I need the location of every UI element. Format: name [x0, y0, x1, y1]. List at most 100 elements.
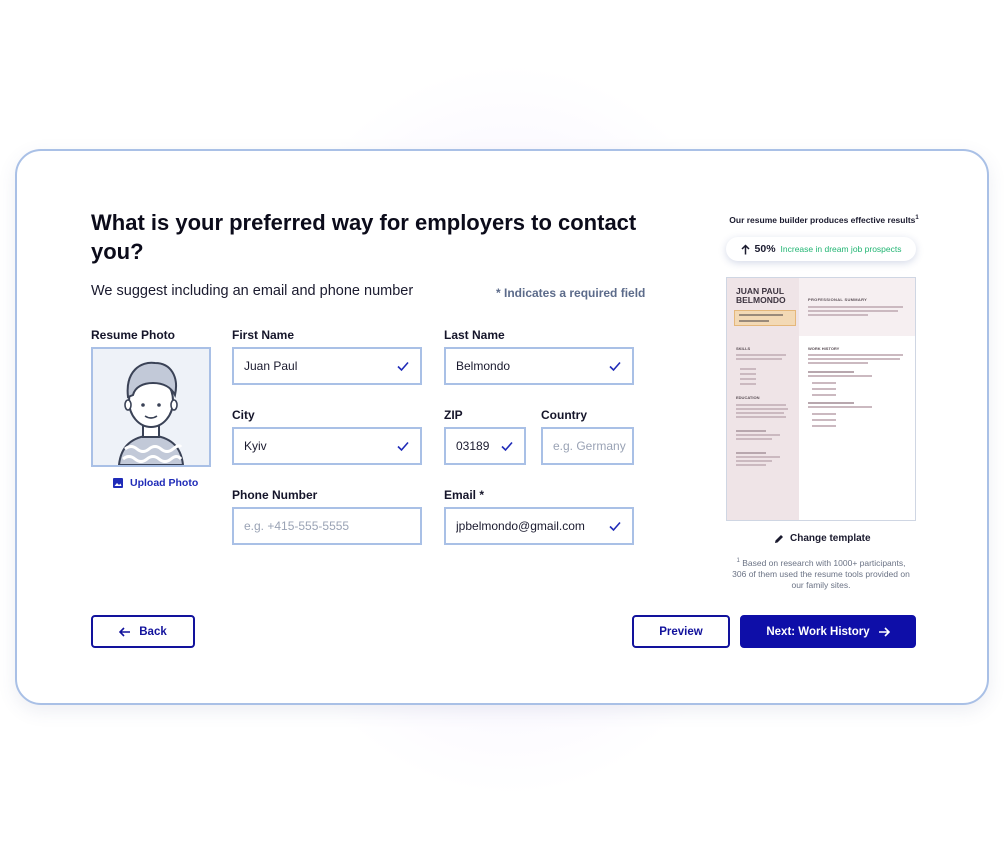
first-name-field[interactable]: Juan Paul	[232, 347, 422, 385]
upload-photo-label: Upload Photo	[130, 477, 199, 489]
phone-number-label: Phone Number	[232, 488, 318, 502]
resume-text-line	[740, 378, 756, 380]
resume-professional-summary-heading: PROFESSIONAL SUMMARY	[808, 297, 868, 302]
first-name-label: First Name	[232, 328, 295, 342]
preview-button[interactable]: Preview	[632, 615, 730, 648]
country-field[interactable]: e.g. Germany	[541, 427, 634, 465]
resume-text-line	[736, 434, 780, 436]
contact-form-card: What is your preferred way for employers…	[15, 149, 989, 705]
back-button-label: Back	[139, 625, 167, 638]
resume-text-line	[808, 306, 903, 308]
email-value: jpbelmondo@gmail.com	[456, 519, 585, 533]
zip-value: 03189	[456, 439, 490, 453]
stat-pill: 50% Increase in dream job prospects	[726, 237, 916, 261]
change-template-link[interactable]: Change template	[774, 533, 871, 544]
resume-skills-heading: SKILLS	[736, 346, 751, 351]
resume-text-line	[736, 404, 786, 406]
stat-value: 50%	[754, 243, 776, 255]
check-icon	[609, 521, 621, 532]
results-heading-text: Our resume builder produces effective re…	[729, 215, 916, 225]
resume-text-line	[808, 314, 868, 316]
upload-photo-link[interactable]: Upload Photo	[113, 477, 198, 489]
resume-text-line	[812, 394, 836, 396]
resume-text-line	[740, 383, 756, 385]
check-icon	[397, 441, 409, 452]
last-name-value: Belmondo	[456, 359, 511, 373]
resume-name: JUAN PAUL BELMONDO	[736, 287, 786, 305]
research-footnote-marker: 1	[736, 558, 740, 564]
results-heading-footnote-marker: 1	[915, 215, 919, 222]
stat-text: Increase in dream job prospects	[780, 244, 902, 254]
resume-text-line	[812, 419, 836, 421]
research-footnote: 1 Based on research with 1000+ participa…	[729, 556, 913, 591]
resume-text-line	[808, 406, 872, 408]
resume-text-line	[740, 368, 756, 370]
resume-text-line	[736, 412, 784, 414]
resume-text-line	[736, 354, 786, 356]
resume-name-line2: BELMONDO	[736, 295, 786, 305]
last-name-label: Last Name	[444, 328, 505, 342]
resume-contact-highlight	[734, 310, 796, 326]
pencil-icon	[775, 534, 783, 543]
resume-text-line	[739, 314, 783, 316]
resume-text-line	[740, 373, 756, 375]
resume-text-line	[812, 413, 836, 415]
city-field[interactable]: Kyiv	[232, 427, 422, 465]
city-value: Kyiv	[244, 439, 267, 453]
resume-text-line	[808, 362, 868, 364]
results-heading: Our resume builder produces effective re…	[717, 215, 931, 225]
country-placeholder: e.g. Germany	[553, 439, 626, 453]
resume-text-line	[736, 416, 786, 418]
preview-button-label: Preview	[659, 625, 703, 638]
resume-text-line	[808, 371, 854, 373]
city-label: City	[232, 408, 255, 422]
research-footnote-text: Based on research with 1000+ participant…	[732, 557, 910, 590]
resume-text-line	[736, 460, 772, 462]
next-button-label: Next: Work History	[766, 625, 870, 638]
resume-text-line	[812, 425, 836, 427]
check-icon	[397, 361, 409, 372]
arrow-up-icon	[740, 243, 750, 254]
resume-text-line	[736, 456, 780, 458]
phone-number-placeholder: e.g. +415-555-5555	[244, 519, 350, 533]
resume-text-line	[736, 438, 772, 440]
resume-education-heading: EDUCATION	[736, 395, 760, 400]
back-button[interactable]: Back	[91, 615, 195, 648]
avatar-illustration	[93, 349, 209, 465]
check-icon	[609, 361, 621, 372]
zip-label: ZIP	[444, 408, 463, 422]
country-label: Country	[541, 408, 587, 422]
resume-text-line	[736, 452, 766, 454]
zip-field[interactable]: 03189	[444, 427, 526, 465]
resume-work-history-heading: WORK HISTORY	[808, 346, 840, 351]
resume-text-line	[736, 408, 788, 410]
resume-text-line	[812, 388, 836, 390]
required-field-note: * Indicates a required field	[496, 286, 646, 300]
resume-text-line	[808, 310, 898, 312]
resume-text-line	[736, 430, 766, 432]
email-label: Email *	[444, 488, 485, 502]
resume-text-line	[808, 402, 854, 404]
arrow-right-icon	[878, 626, 890, 637]
resume-text-line	[739, 320, 769, 322]
page-title: What is your preferred way for employers…	[91, 210, 637, 264]
first-name-value: Juan Paul	[244, 359, 298, 373]
arrow-left-icon	[119, 626, 131, 637]
phone-number-field[interactable]: e.g. +415-555-5555	[232, 507, 422, 545]
resume-text-line	[812, 382, 836, 384]
resume-text-line	[808, 375, 872, 377]
resume-template-thumbnail[interactable]: JUAN PAUL BELMONDO PROFESSIONAL SUMMARY …	[726, 277, 916, 521]
resume-text-line	[736, 464, 766, 466]
resume-text-line	[736, 358, 782, 360]
resume-photo-placeholder[interactable]	[91, 347, 211, 467]
resume-text-line	[808, 358, 900, 360]
image-icon	[113, 478, 123, 488]
last-name-field[interactable]: Belmondo	[444, 347, 634, 385]
check-icon	[501, 441, 513, 452]
email-field[interactable]: jpbelmondo@gmail.com	[444, 507, 634, 545]
next-work-history-button[interactable]: Next: Work History	[740, 615, 916, 648]
change-template-label: Change template	[790, 533, 871, 544]
resume-text-line	[808, 354, 903, 356]
resume-photo-label: Resume Photo	[91, 328, 176, 342]
page-subtitle: We suggest including an email and phone …	[91, 283, 414, 299]
